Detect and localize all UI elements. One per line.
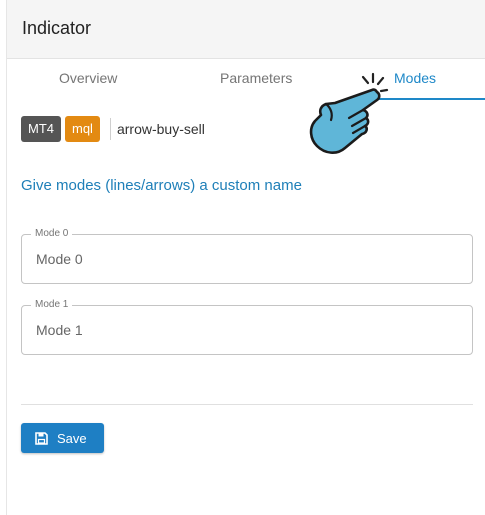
section-title: Give modes (lines/arrows) a custom name — [21, 177, 302, 194]
language-badge: mql — [65, 116, 100, 142]
mode-0-label: Mode 0 — [31, 228, 73, 240]
indicator-name: arrow-buy-sell — [116, 121, 205, 137]
tab-parameters[interactable]: Parameters — [220, 70, 292, 86]
page-title: Indicator — [22, 18, 92, 38]
divider — [21, 404, 473, 405]
tab-overview[interactable]: Overview — [59, 70, 117, 86]
badge-separator — [109, 118, 111, 140]
tab-bar: Overview Parameters Modes — [7, 59, 485, 100]
save-button[interactable]: Save — [21, 423, 104, 453]
mode-1-input[interactable] — [36, 318, 456, 342]
panel-header: Indicator — [7, 0, 485, 59]
tab-modes[interactable]: Modes — [394, 70, 436, 86]
platform-badge: MT4 — [21, 116, 61, 142]
floppy-disk-icon — [35, 431, 48, 445]
pointing-hand-icon — [305, 70, 400, 160]
mode-0-input[interactable] — [36, 247, 456, 271]
indicator-panel: Indicator Overview Parameters Modes MT4 … — [6, 0, 485, 515]
save-button-label: Save — [57, 430, 87, 446]
mode-0-field: Mode 0 — [21, 228, 473, 284]
indicator-info: MT4 mql arrow-buy-sell — [21, 116, 205, 142]
mode-1-field: Mode 1 — [21, 299, 473, 355]
mode-1-label: Mode 1 — [31, 299, 73, 311]
